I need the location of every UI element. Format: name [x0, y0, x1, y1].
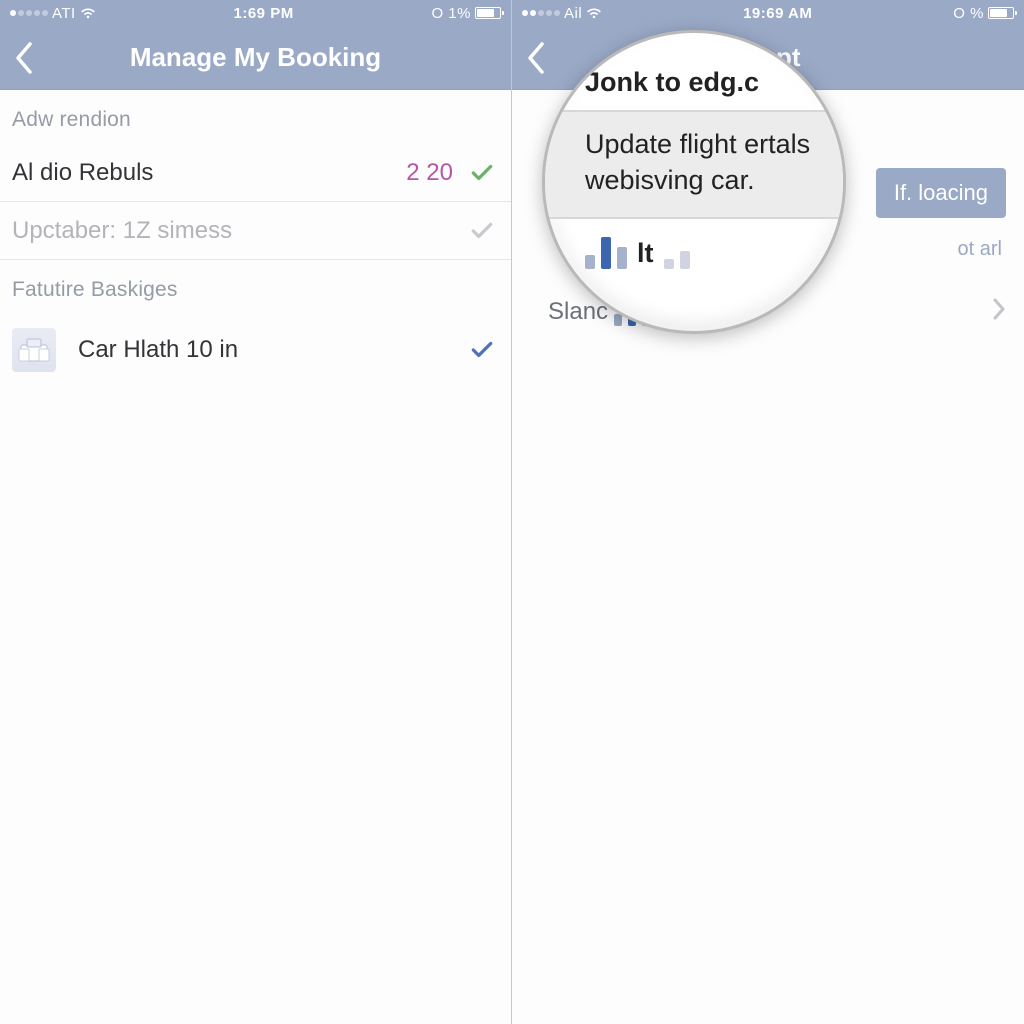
status-battery-text: O %: [953, 5, 984, 22]
magnified-heading: Jonk to edg.c: [585, 67, 815, 98]
package-thumbnail: [12, 328, 56, 372]
battery-icon: [988, 7, 1014, 19]
signal-dots-icon: [10, 10, 48, 16]
chevron-right-icon: [992, 298, 1006, 327]
bar-chart-icon: [664, 235, 690, 269]
magnified-body: Update flight ertals webisving car.: [545, 112, 843, 217]
back-button[interactable]: [0, 26, 48, 89]
magnifier-overlay: Jonk to edg.c Update flight ertals webis…: [542, 30, 846, 334]
left-phone-frame: ATI 1:69 PM O 1% Manage My Booking Adw r…: [0, 0, 512, 1024]
check-icon: [469, 160, 495, 186]
status-battery-text: O 1%: [431, 5, 471, 22]
battery-icon: [475, 7, 501, 19]
section-header: Adw rendion: [0, 90, 511, 144]
wifi-icon: [586, 7, 602, 19]
booking-row[interactable]: Al dio Rebuls 2 20: [0, 144, 511, 202]
status-time: 19:69 AM: [743, 5, 812, 22]
magnified-footer-label: lt: [637, 238, 654, 269]
booking-row-label: Al dio Rebuls: [12, 159, 406, 187]
bar-chart-icon: [585, 235, 627, 269]
booking-row[interactable]: Upctaber: 1Z simess: [0, 202, 511, 260]
booking-row-value: 2 20: [406, 159, 453, 187]
wifi-icon: [80, 7, 96, 19]
magnified-footer: lt: [585, 235, 815, 269]
page-title: Manage My Booking: [0, 42, 511, 73]
status-bar: ATI 1:69 PM O 1%: [0, 0, 511, 26]
status-bar: Ail 19:69 AM O %: [512, 0, 1024, 26]
package-row-label: Car Hlath 10 in: [78, 336, 469, 364]
nav-bar: Manage My Booking: [0, 26, 511, 90]
right-phone-frame: Ail 19:69 AM O % Ricpt If. loacing ot ar…: [512, 0, 1024, 1024]
package-row[interactable]: Car Hlath 10 in: [0, 314, 511, 386]
status-carrier: ATI: [52, 5, 76, 22]
section-header: Fatutire Baskiges: [0, 260, 511, 314]
status-carrier: Ail: [564, 5, 582, 22]
check-icon: [469, 337, 495, 363]
signal-dots-icon: [522, 10, 560, 16]
detail-link[interactable]: ot arl: [958, 238, 1002, 261]
status-time: 1:69 PM: [234, 5, 294, 22]
booking-row-label: Upctaber: 1Z simess: [12, 217, 469, 245]
loading-button[interactable]: If. loacing: [876, 168, 1006, 218]
check-icon: [469, 218, 495, 244]
